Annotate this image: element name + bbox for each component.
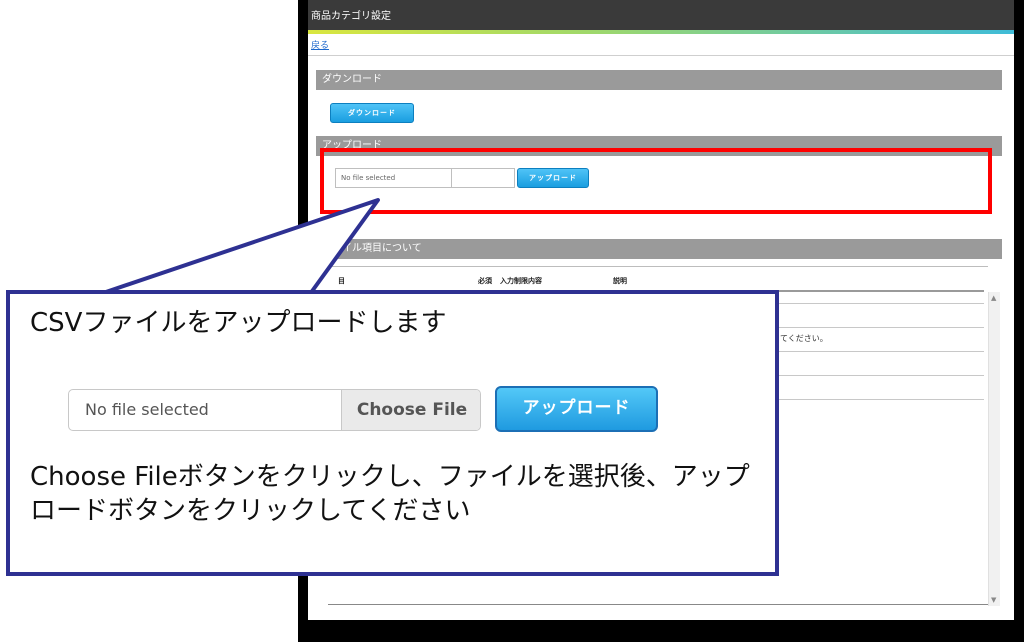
instruction-callout: CSVファイルをアップロードします No file selected Choos… <box>6 290 779 576</box>
scroll-up-arrow-icon[interactable]: ▲ <box>991 294 996 302</box>
column-header-description: 説明 <box>613 277 627 285</box>
download-section-header: ダウンロード <box>316 70 1002 90</box>
divider <box>308 55 1014 56</box>
download-button[interactable]: ダウンロード <box>330 103 414 123</box>
screenshot-stage: 商品カテゴリ設定 戻る ダウンロード ダウンロード アップロード No file… <box>0 0 1024 642</box>
back-link[interactable]: 戻る <box>311 38 329 51</box>
csv-items-section-header: ファイル項目について <box>316 239 1002 259</box>
row-description-fragment: てください。 <box>780 334 828 343</box>
column-header-item: 目 <box>338 277 345 285</box>
table-scrollbar[interactable]: ▲ ▼ <box>988 292 1000 606</box>
column-header-required: 必須 <box>478 277 492 285</box>
callout-instructions: Choose Fileボタンをクリックし、ファイルを選択後、アップロードボタンを… <box>30 462 750 526</box>
table-bottom-rule <box>328 604 988 605</box>
callout-title: CSVファイルをアップロードします <box>30 308 447 338</box>
upload-highlight-box <box>320 148 992 214</box>
window-title: 商品カテゴリ設定 <box>308 0 1014 30</box>
scroll-down-arrow-icon[interactable]: ▼ <box>991 596 996 604</box>
choose-file-button[interactable]: Choose File <box>341 390 480 430</box>
callout-file-input[interactable]: No file selected Choose File <box>68 389 481 431</box>
column-header-restriction: 入力制限内容 <box>500 277 542 285</box>
callout-file-placeholder: No file selected <box>85 400 209 419</box>
callout-upload-button[interactable]: アップロード <box>495 386 658 432</box>
title-accent-bar <box>308 30 1014 34</box>
